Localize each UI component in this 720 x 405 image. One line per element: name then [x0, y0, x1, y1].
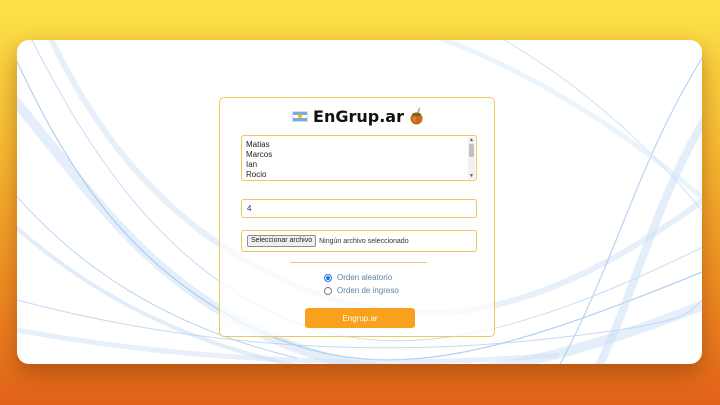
argentina-flag-icon: [292, 110, 309, 122]
names-list: Matias Marcos Ian Rocio: [246, 140, 272, 180]
radio-input-order[interactable]: Orden de ingreso: [324, 286, 399, 295]
radio-random-order-label: Orden aleatorio: [337, 273, 393, 282]
name-entry: Matias: [246, 140, 270, 149]
app-window: EnGrup.ar Matias Marcos Ian Rocio ▲ ▼ 4 …: [17, 40, 702, 364]
scrollbar-thumb[interactable]: [469, 144, 474, 157]
file-status-text: Ningún archivo seleccionado: [319, 237, 409, 245]
engrupar-form-card: EnGrup.ar Matias Marcos Ian Rocio ▲ ▼ 4 …: [219, 97, 495, 337]
radio-button-checked[interactable]: [324, 273, 332, 282]
scroll-down-arrow-icon[interactable]: ▼: [468, 173, 475, 179]
choose-file-button[interactable]: Seleccionar archivo: [247, 235, 317, 247]
names-textarea[interactable]: Matias Marcos Ian Rocio ▲ ▼: [241, 135, 477, 181]
name-entry: Ian: [246, 160, 258, 169]
name-entry: Marcos: [246, 150, 273, 159]
radio-input-order-label: Orden de ingreso: [337, 286, 399, 295]
radio-random-order[interactable]: Orden aleatorio: [324, 273, 392, 282]
group-count-input[interactable]: [241, 199, 477, 218]
radio-button[interactable]: [324, 286, 332, 295]
scroll-up-arrow-icon[interactable]: ▲: [468, 137, 475, 143]
engrupar-submit-button[interactable]: Engrup.ar: [305, 308, 415, 328]
name-entry: Rocio: [246, 170, 267, 179]
mate-gourd-icon: [410, 107, 423, 124]
textarea-scrollbar[interactable]: ▲ ▼: [468, 137, 475, 179]
file-upload-field: Seleccionar archivo Ningún archivo selec…: [241, 230, 477, 252]
app-title: EnGrup.ar: [313, 106, 404, 126]
app-header: EnGrup.ar: [220, 104, 496, 128]
divider: [290, 262, 427, 263]
